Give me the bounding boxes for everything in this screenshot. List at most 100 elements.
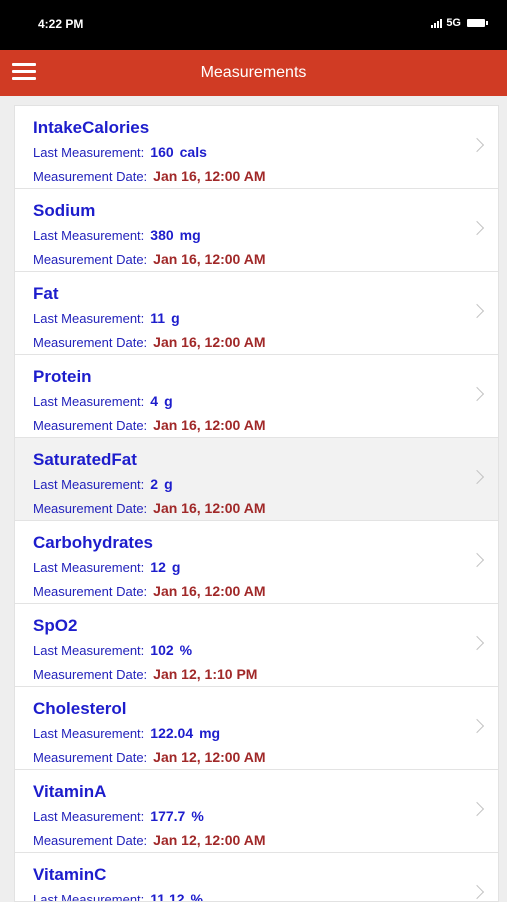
measurement-value: 160 [150,144,174,160]
list-item-spo2[interactable]: SpO2 Last Measurement: 102% Measurement D… [15,604,498,687]
measurement-name: Carbohydrates [33,533,153,552]
last-measurement-row: Last Measurement: 11.12% [33,891,203,902]
list-item-protein[interactable]: Protein Last Measurement: 4 g Measurement … [15,355,498,438]
measurement-date-row: Measurement Date: Jan 16, 12:00 AM [33,334,266,350]
last-measurement-row: Last Measurement: 177.7% [33,808,204,824]
measurement-unit: % [191,808,204,824]
chevron-right-icon [469,801,485,817]
measurement-date: Jan 12, 12:00 AM [153,749,266,765]
measurement-date-label: Measurement Date: [33,750,148,765]
last-measurement-label: Last Measurement: [33,726,145,741]
battery-icon [467,19,488,27]
measurement-name: VitaminA [33,782,107,801]
measurement-value: 12 [150,559,166,575]
last-measurement-label: Last Measurement: [33,311,145,326]
list-item-vitamin-a[interactable]: VitaminA Last Measurement: 177.7% Measure… [15,770,498,853]
measurement-name: Sodium [33,201,96,220]
measurement-name: IntakeCalories [33,118,150,137]
measurement-date: Jan 12, 12:00 AM [153,832,266,848]
measurement-unit: % [179,642,193,658]
measurement-date: Jan 16, 12:00 AM [153,417,266,433]
measurement-unit: g [171,310,180,326]
measurement-value: 11.12 [150,891,185,902]
measurement-unit: mg [199,725,221,741]
list-item-vitamin-c[interactable]: VitaminC Last Measurement: 11.12% [15,853,498,902]
list-item-intake-calories[interactable]: IntakeCalories Last Measurement: 160 cals … [15,106,498,189]
list-item-saturated-fat[interactable]: SaturatedFat Last Measurement: 2 g Measure… [15,438,498,521]
measurement-unit: g [164,476,173,492]
measurement-date-label: Measurement Date: [33,418,148,433]
measurement-date-row: Measurement Date: Jan 12, 12:00 AM [33,749,266,765]
last-measurement-label: Last Measurement: [33,228,145,243]
measurement-date-label: Measurement Date: [33,584,148,599]
status-bar: 4:22 PM 5G [0,0,507,50]
measurement-value: 122.04 [150,725,194,741]
measurement-value: 102 [150,642,174,658]
measurement-date-label: Measurement Date: [33,833,148,848]
measurement-name: SpO2 [33,616,78,635]
measurement-date-row: Measurement Date: Jan 16, 12:00 AM [33,417,266,433]
measurement-date-label: Measurement Date: [33,501,148,516]
network-type: 5G [446,17,461,29]
measurement-date-row: Measurement Date: Jan 16, 12:00 AM [33,168,266,184]
chevron-right-icon [469,303,485,319]
chevron-right-icon [469,718,485,734]
measurement-name: Cholesterol [33,699,127,718]
measurement-date-label: Measurement Date: [33,335,148,350]
signal-icon [431,18,443,28]
last-measurement-row: Last Measurement: 2 g [33,476,173,492]
chevron-right-icon [469,386,485,402]
measurement-unit: % [190,891,203,902]
chevron-right-icon [469,137,485,153]
measurement-date-row: Measurement Date: Jan 12, 1:10 PM [33,666,257,682]
measurement-date-row: Measurement Date: Jan 16, 12:00 AM [33,500,266,516]
chevron-right-icon [469,552,485,568]
last-measurement-label: Last Measurement: [33,145,145,160]
measurement-name: SaturatedFat [33,450,137,469]
last-measurement-row: Last Measurement: 12 g [33,559,180,575]
measurement-unit: mg [179,227,201,243]
measurement-date: Jan 16, 12:00 AM [153,168,266,184]
last-measurement-row: Last Measurement: 380 mg [33,227,201,243]
last-measurement-row: Last Measurement: 122.04 mg [33,725,220,741]
measurement-value: 177.7 [150,808,186,824]
last-measurement-label: Last Measurement: [33,560,145,575]
page-title: Measurements [200,64,307,81]
measurement-name: Fat [33,284,59,303]
last-measurement-label: Last Measurement: [33,477,145,492]
last-measurement-label: Last Measurement: [33,643,145,658]
list-item-sodium[interactable]: Sodium Last Measurement: 380 mg Measuremen… [15,189,498,272]
measurement-name: Protein [33,367,92,386]
chevron-right-icon [469,635,485,651]
measurement-date: Jan 16, 12:00 AM [153,583,266,599]
list-item-carbohydrates[interactable]: Carbohydrates Last Measurement: 12 g Measu… [15,521,498,604]
measurement-value: 4 [150,393,159,409]
list-item-cholesterol[interactable]: Cholesterol Last Measurement: 122.04 mg Me… [15,687,498,770]
measurement-value: 11 [150,310,166,326]
measurement-unit: g [171,559,181,575]
measurement-name: VitaminC [33,865,107,884]
measurement-date: Jan 16, 12:00 AM [153,500,266,516]
measurement-unit: cals [179,144,207,160]
status-indicators: 5G [431,17,488,29]
chevron-right-icon [469,469,485,485]
last-measurement-label: Last Measurement: [33,809,145,824]
last-measurement-row: Last Measurement: 160 cals [33,144,207,160]
chevron-right-icon [469,884,485,900]
measurement-date-row: Measurement Date: Jan 12, 12:00 AM [33,832,266,848]
chevron-right-icon [469,220,485,236]
last-measurement-label: Last Measurement: [33,394,145,409]
measurement-date-row: Measurement Date: Jan 16, 12:00 AM [33,583,266,599]
status-time: 4:22 PM [38,17,84,31]
measurements-list[interactable]: IntakeCalories Last Measurement: 160 cals … [14,105,499,902]
measurement-date: Jan 16, 12:00 AM [153,334,266,350]
last-measurement-label: Last Measurement: [33,892,145,902]
app-bar: Measurements [0,50,507,96]
measurement-date-label: Measurement Date: [33,667,148,682]
measurement-unit: g [164,393,173,409]
measurement-date-row: Measurement Date: Jan 16, 12:00 AM [33,251,266,267]
last-measurement-row: Last Measurement: 4 g [33,393,173,409]
last-measurement-row: Last Measurement: 11 g [33,310,180,326]
list-item-fat[interactable]: Fat Last Measurement: 11 g Measurement Dat… [15,272,498,355]
last-measurement-row: Last Measurement: 102% [33,642,192,658]
